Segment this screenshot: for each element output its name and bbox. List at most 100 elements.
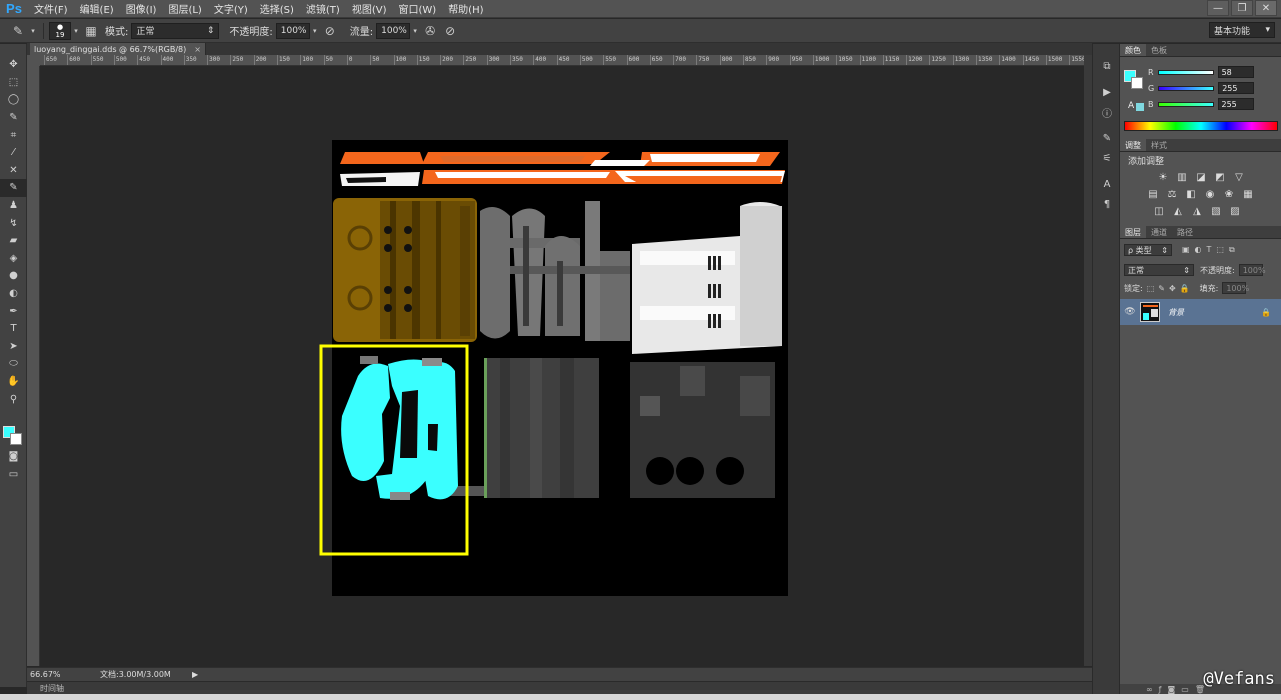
workspace-select[interactable]: 基本功能 ▾ xyxy=(1209,22,1275,38)
web-color-swatch[interactable] xyxy=(1136,103,1144,111)
minimize-button[interactable]: — xyxy=(1207,0,1229,16)
vertical-scrollbar[interactable] xyxy=(1084,55,1092,666)
crop-tool-icon[interactable]: ⌗ xyxy=(0,126,27,144)
tab-styles[interactable]: 样式 xyxy=(1146,139,1172,151)
flow-input[interactable]: 100% xyxy=(376,22,411,39)
selective-color-icon[interactable]: ▨ xyxy=(1228,204,1242,218)
timeline-panel-header[interactable]: 时间轴 xyxy=(27,681,1092,694)
hue-saturation-icon[interactable]: ▤ xyxy=(1146,187,1160,201)
menu-layer[interactable]: 图层(L) xyxy=(162,1,207,16)
paragraph-panel-icon[interactable]: ¶ xyxy=(1093,194,1121,214)
b-value[interactable]: 255 xyxy=(1217,98,1254,110)
restore-button[interactable]: ❐ xyxy=(1231,0,1253,16)
color-bg-swatch[interactable] xyxy=(1131,77,1143,89)
photo-filter-icon[interactable]: ◉ xyxy=(1203,187,1217,201)
close-icon[interactable]: × xyxy=(194,45,201,54)
threshold-icon[interactable]: ◮ xyxy=(1190,204,1204,218)
color-balance-icon[interactable]: ⚖ xyxy=(1165,187,1179,201)
quick-mask-icon[interactable]: ◙ xyxy=(0,448,27,466)
tab-adjustments[interactable]: 调整 xyxy=(1120,139,1146,151)
pressure-size-icon[interactable]: ⊘ xyxy=(440,22,460,40)
type-tool-icon[interactable]: T xyxy=(0,320,27,338)
layer-filter-icons[interactable]: ▣◐T⬚⧉ xyxy=(1182,245,1240,255)
menu-window[interactable]: 窗口(W) xyxy=(392,1,442,16)
play-icon[interactable]: ▶ xyxy=(192,670,198,679)
channel-mixer-icon[interactable]: ❀ xyxy=(1222,187,1236,201)
layer-opacity-input[interactable]: 100% xyxy=(1238,264,1266,276)
blend-mode-select[interactable]: 正常 ⇕ xyxy=(1124,264,1194,276)
marquee-tool-icon[interactable]: ⬚ xyxy=(0,74,27,92)
background-color-swatch[interactable] xyxy=(10,433,22,445)
pen-tool-icon[interactable]: ✒ xyxy=(0,302,27,320)
opacity-input[interactable]: 100% xyxy=(275,22,310,39)
path-select-tool-icon[interactable]: ➤ xyxy=(0,338,27,356)
exposure-icon[interactable]: ◩ xyxy=(1213,170,1227,184)
gamut-warning-icon[interactable]: A xyxy=(1128,101,1134,111)
brightness-icon[interactable]: ☀ xyxy=(1156,170,1170,184)
posterize-icon[interactable]: ◭ xyxy=(1171,204,1185,218)
actions-panel-icon[interactable]: ▶ xyxy=(1093,82,1121,102)
fx-icon[interactable]: ƒ xyxy=(1159,685,1168,694)
document-tab[interactable]: luoyang_dinggai.dds @ 66.7%(RGB/8) × xyxy=(30,43,206,55)
tab-color[interactable]: 颜色 xyxy=(1120,44,1146,56)
pressure-opacity-icon[interactable]: ⊘ xyxy=(320,22,340,40)
color-spectrum-bar[interactable] xyxy=(1124,121,1278,131)
hand-tool-icon[interactable]: ✋ xyxy=(0,373,27,391)
menu-filter[interactable]: 滤镜(T) xyxy=(300,1,346,16)
brush-presets-icon[interactable]: ✎ xyxy=(1093,128,1121,148)
mask-icon[interactable]: ◙ xyxy=(1168,685,1182,694)
screen-mode-icon[interactable]: ▭ xyxy=(0,466,27,484)
document-canvas[interactable] xyxy=(40,66,1084,666)
r-value[interactable]: 58 xyxy=(1217,66,1254,78)
info-panel-icon[interactable]: ⓘ xyxy=(1093,102,1121,122)
airbrush-icon[interactable]: ✇ xyxy=(420,22,440,40)
mode-select[interactable]: 正常 ⇕ xyxy=(131,22,220,39)
canvas-area[interactable] xyxy=(40,66,1084,666)
brush-size-picker[interactable]: ● 19 xyxy=(49,21,71,40)
menu-select[interactable]: 选择(S) xyxy=(254,1,300,16)
move-tool-icon[interactable]: ✥ xyxy=(0,56,27,74)
clone-stamp-tool-icon[interactable]: ♟ xyxy=(0,197,27,215)
brush-tool-preset-icon[interactable]: ✎ xyxy=(8,22,28,40)
menu-edit[interactable]: 编辑(E) xyxy=(74,1,120,16)
r-slider[interactable] xyxy=(1157,69,1214,75)
layer-row-background[interactable]: 👁 背景 🔒 xyxy=(1120,299,1281,325)
tab-layers[interactable]: 图层 xyxy=(1120,226,1146,238)
color-lookup-icon[interactable]: ▦ xyxy=(1241,187,1255,201)
gradient-map-icon[interactable]: ▧ xyxy=(1209,204,1223,218)
menu-image[interactable]: 图像(I) xyxy=(120,1,163,16)
character-panel-icon[interactable]: A xyxy=(1093,174,1121,194)
brush-panel-icon[interactable]: ▦ xyxy=(81,22,101,40)
history-brush-tool-icon[interactable]: ↯ xyxy=(0,214,27,232)
tab-swatches[interactable]: 色板 xyxy=(1146,44,1172,56)
dodge-tool-icon[interactable]: ◐ xyxy=(0,285,27,303)
menu-file[interactable]: 文件(F) xyxy=(28,1,74,16)
eyedropper-tool-icon[interactable]: ⁄ xyxy=(0,144,27,162)
clone-source-icon[interactable]: ⚟ xyxy=(1093,148,1121,168)
black-white-icon[interactable]: ◧ xyxy=(1184,187,1198,201)
vibrance-icon[interactable]: ▽ xyxy=(1232,170,1246,184)
chevron-down-icon[interactable]: ▾ xyxy=(71,22,81,40)
g-value[interactable]: 255 xyxy=(1218,82,1255,94)
zoom-level[interactable]: 66.67% xyxy=(30,670,90,679)
quick-select-tool-icon[interactable]: ✎ xyxy=(0,109,27,127)
brush-tool-icon[interactable]: ✎ xyxy=(0,179,27,197)
menu-help[interactable]: 帮助(H) xyxy=(442,1,489,16)
blur-tool-icon[interactable]: ● xyxy=(0,267,27,285)
b-slider[interactable] xyxy=(1157,101,1214,107)
invert-icon[interactable]: ◫ xyxy=(1152,204,1166,218)
menu-type[interactable]: 文字(Y) xyxy=(208,1,254,16)
tab-paths[interactable]: 路径 xyxy=(1172,226,1198,238)
curves-icon[interactable]: ◪ xyxy=(1194,170,1208,184)
lock-icons[interactable]: ⬚✎✥🔒 xyxy=(1147,284,1194,293)
lasso-tool-icon[interactable]: ◯ xyxy=(0,91,27,109)
g-slider[interactable] xyxy=(1158,85,1215,91)
paint-bucket-tool-icon[interactable]: ◈ xyxy=(0,250,27,268)
eye-icon[interactable]: 👁 xyxy=(1120,307,1140,317)
history-panel-icon[interactable]: ⧉ xyxy=(1093,56,1121,76)
zoom-tool-icon[interactable]: ⚲ xyxy=(0,390,27,408)
fill-input[interactable]: 100% xyxy=(1222,282,1249,294)
layer-filter-select[interactable]: ρ 类型 ⇕ xyxy=(1124,244,1172,256)
tab-channels[interactable]: 通道 xyxy=(1146,226,1172,238)
close-button[interactable]: ✕ xyxy=(1255,0,1277,16)
